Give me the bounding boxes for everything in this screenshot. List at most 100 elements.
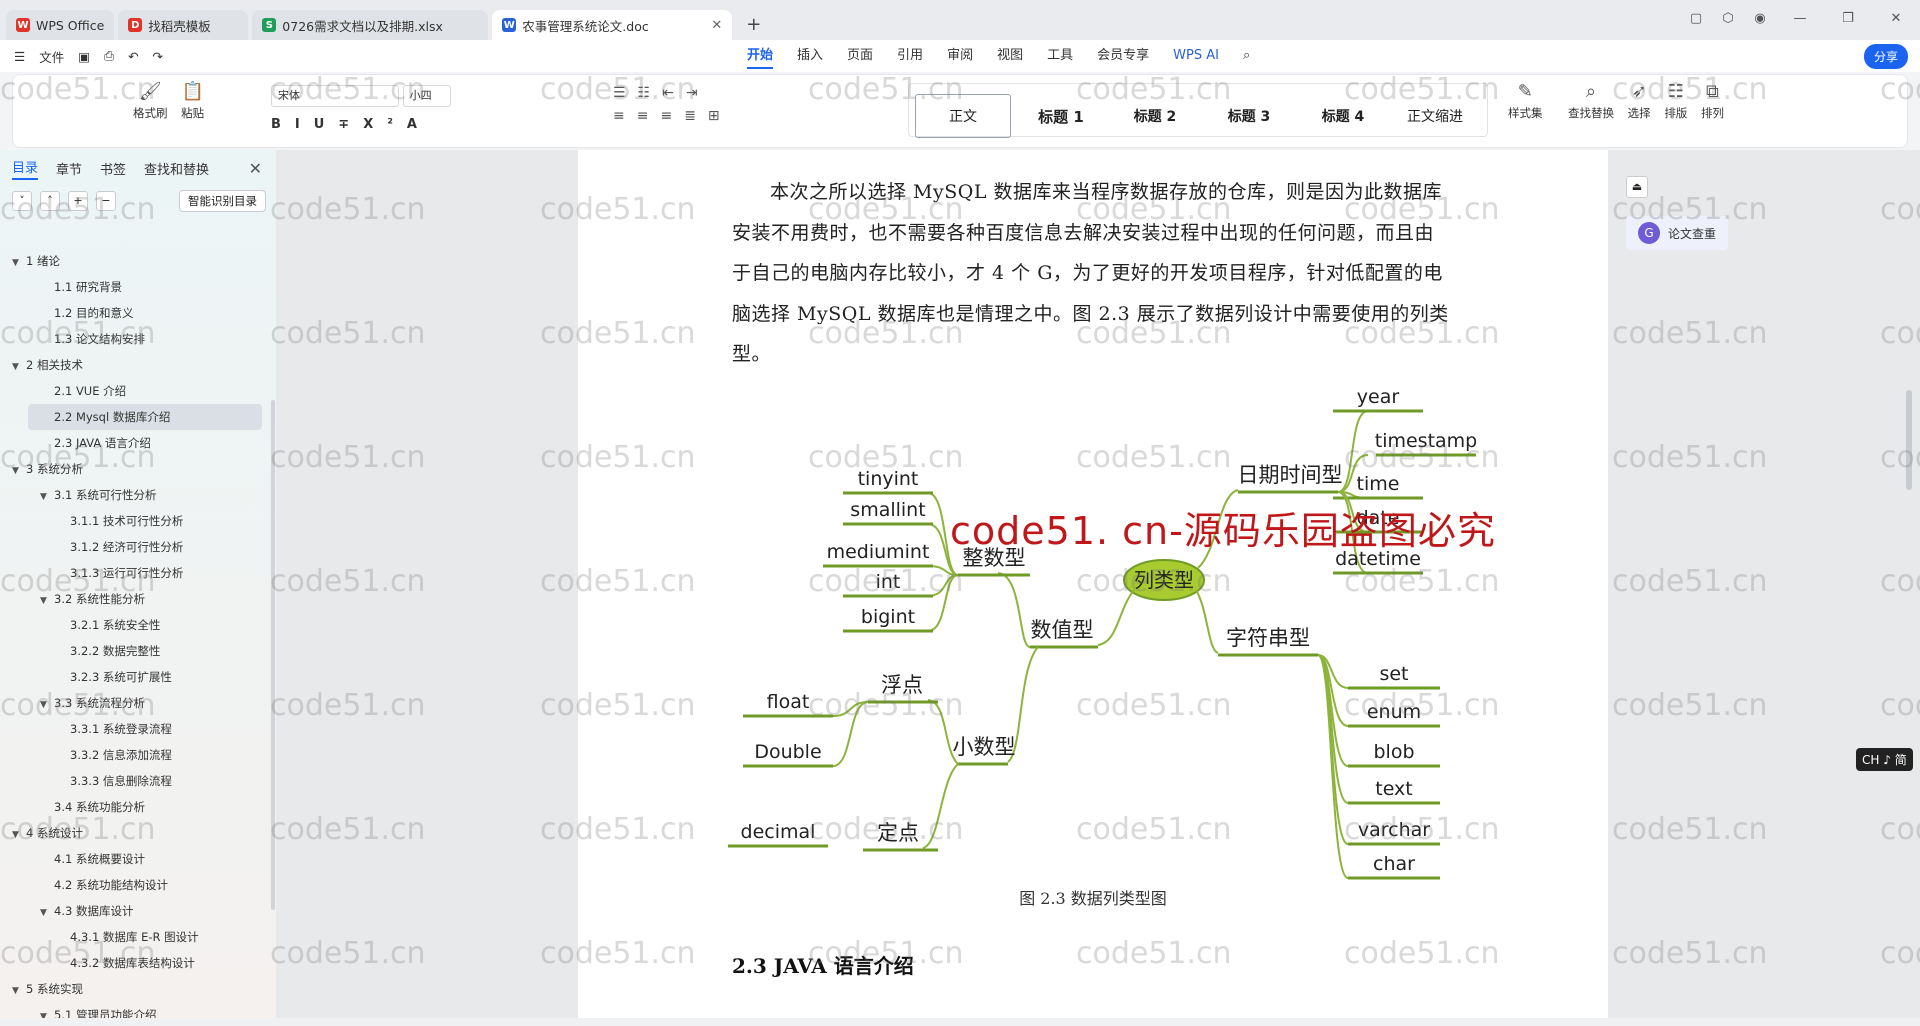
print-icon[interactable]: ⎙: [104, 48, 114, 64]
toc-scrollbar[interactable]: [271, 400, 275, 910]
tab-wps-office[interactable]: W WPS Office: [6, 10, 115, 40]
style-h4[interactable]: 标题 4: [1295, 94, 1391, 138]
search-icon[interactable]: ⌕: [1243, 40, 1250, 72]
expand-arrow-icon[interactable]: ▼: [40, 900, 54, 926]
tab-docer[interactable]: D 找稻壳模板: [118, 10, 249, 40]
toc-item[interactable]: 3.3.3 信息删除流程: [0, 768, 270, 794]
maximize-icon[interactable]: ❐: [1824, 4, 1872, 34]
tab-tools[interactable]: 工具: [1047, 40, 1073, 72]
avatar[interactable]: ◉: [1744, 4, 1776, 34]
style-set-button[interactable]: ✎ 样式集: [1508, 81, 1543, 121]
close-window-icon[interactable]: ✕: [1872, 4, 1920, 34]
collapse-icon[interactable]: ˅: [12, 191, 32, 211]
toc-item[interactable]: 3.4 系统功能分析: [0, 794, 270, 820]
document-page[interactable]: 本次之所以选择 MySQL 数据库来当程序数据存放的仓库，则是因为此数据库安装不…: [578, 150, 1608, 1020]
smart-toc-button[interactable]: 智能识别目录: [179, 190, 266, 212]
arrange-button[interactable]: ☷ 排版: [1664, 81, 1687, 121]
add-icon[interactable]: +: [68, 191, 88, 211]
toc-item[interactable]: 3.2.3 系统可扩展性: [0, 664, 270, 690]
wps-ai-button[interactable]: WPS AI: [1173, 40, 1219, 72]
toc-item[interactable]: 3.1.2 经济可行性分析: [0, 534, 270, 560]
toc-item[interactable]: 4.1 系统概要设计: [0, 846, 270, 872]
toc-item[interactable]: 2.2 Mysql 数据库介绍: [28, 404, 262, 430]
toc-item[interactable]: ▼ 4.3 数据库设计: [0, 898, 270, 924]
share-button[interactable]: 分享: [1863, 44, 1908, 69]
tab-view[interactable]: 视图: [997, 40, 1023, 72]
expand-arrow-icon[interactable]: ▼: [12, 458, 26, 484]
tab-member[interactable]: 会员专享: [1097, 40, 1149, 72]
paste-button[interactable]: 📋 粘贴: [181, 81, 204, 121]
size-select[interactable]: 小四: [402, 85, 451, 107]
toc-item[interactable]: 1.1 研究背景: [0, 274, 270, 300]
cube-icon[interactable]: ⬡: [1712, 4, 1744, 34]
tab-bookmark[interactable]: 书签: [100, 159, 126, 178]
expand-arrow-icon[interactable]: ▼: [12, 822, 26, 848]
toc-item[interactable]: 3.1.3 运行可行性分析: [0, 560, 270, 586]
section-heading[interactable]: 2.3 JAVA 语言介绍: [732, 950, 914, 979]
toc-item[interactable]: ▼ 3.3 系统流程分析: [0, 690, 270, 716]
save-icon[interactable]: ▣: [78, 49, 90, 64]
expand-arrow-icon[interactable]: ▼: [12, 354, 26, 380]
font-select[interactable]: 宋体: [271, 85, 399, 107]
doc-scrollbar[interactable]: [1906, 390, 1912, 490]
find-replace-button[interactable]: ⌕ 查找替换: [1568, 81, 1614, 121]
toc-item[interactable]: 3.2.2 数据完整性: [0, 638, 270, 664]
toc-item[interactable]: 4.3.2 数据库表结构设计: [0, 950, 270, 976]
tab-insert[interactable]: 插入: [797, 40, 823, 72]
tab-reference[interactable]: 引用: [897, 40, 923, 72]
plagiarism-check-button[interactable]: G 论文查重: [1626, 216, 1729, 250]
style-indent[interactable]: 正文缩进: [1387, 94, 1483, 138]
style-h3[interactable]: 标题 3: [1201, 94, 1297, 138]
font-format-icons[interactable]: BIU∓X²A: [271, 117, 451, 132]
toc-item[interactable]: ▼ 2 相关技术: [0, 352, 270, 378]
toc-item[interactable]: ▼ 4 系统设计: [0, 820, 270, 846]
expand-arrow-icon[interactable]: ▼: [40, 692, 54, 718]
paragraph-group[interactable]: ☰☷⇤⇥ ≡≡≡≣⊞: [613, 85, 732, 131]
remove-icon[interactable]: −: [96, 191, 116, 211]
menu-icon[interactable]: ☰: [14, 49, 25, 64]
collapse-panel-icon[interactable]: ⏏: [1626, 176, 1648, 198]
expand-arrow-icon[interactable]: ▼: [12, 978, 26, 1004]
tab-find-replace[interactable]: 查找和替换: [144, 159, 209, 178]
toc-item[interactable]: 3.3.2 信息添加流程: [0, 742, 270, 768]
undo-icon[interactable]: ↶: [128, 49, 138, 64]
close-icon[interactable]: ✕: [249, 159, 262, 178]
toc-item[interactable]: ▼ 3 系统分析: [0, 456, 270, 482]
toc-item[interactable]: ▼ 3.1 系统可行性分析: [0, 482, 270, 508]
expand-icon[interactable]: ˄: [40, 191, 60, 211]
toc-item[interactable]: 1.2 目的和意义: [0, 300, 270, 326]
toc-item[interactable]: 3.2.1 系统安全性: [0, 612, 270, 638]
redo-icon[interactable]: ↷: [153, 49, 163, 64]
toc-item[interactable]: 3.3.1 系统登录流程: [0, 716, 270, 742]
order-button[interactable]: ⧉ 排列: [1701, 81, 1724, 121]
expand-arrow-icon[interactable]: ▼: [40, 588, 54, 614]
tab-toc[interactable]: 目录: [12, 157, 39, 180]
close-icon[interactable]: ✕: [697, 18, 722, 33]
tab-doc-active[interactable]: W 农事管理系统论文.doc ✕: [492, 10, 733, 40]
style-h2[interactable]: 标题 2: [1107, 94, 1203, 138]
toc-item[interactable]: ▼ 5 系统实现: [0, 976, 270, 1002]
toc-item[interactable]: ▼ 3.2 系统性能分析: [0, 586, 270, 612]
tab-chapter[interactable]: 章节: [56, 159, 82, 178]
toc-item[interactable]: 3.1.1 技术可行性分析: [0, 508, 270, 534]
toc-item[interactable]: 2.3 JAVA 语言介绍: [0, 430, 270, 456]
toc-item[interactable]: 4.2 系统功能结构设计: [0, 872, 270, 898]
expand-arrow-icon[interactable]: ▼: [40, 484, 54, 510]
toc-item[interactable]: 1.3 论文结构安排: [0, 326, 270, 352]
minimize-icon[interactable]: —: [1776, 4, 1824, 34]
tab-home[interactable]: 开始: [747, 40, 774, 72]
format-painter-button[interactable]: 🖌 格式刷: [133, 81, 168, 121]
toc-item[interactable]: 2.1 VUE 介绍: [0, 378, 270, 404]
new-tab-icon[interactable]: +: [746, 10, 761, 40]
select-button[interactable]: ➶ 选择: [1628, 81, 1651, 121]
expand-arrow-icon[interactable]: ▼: [12, 250, 26, 276]
restore-icon[interactable]: ▢: [1680, 4, 1712, 34]
tab-review[interactable]: 审阅: [947, 40, 973, 72]
toc-item[interactable]: 4.3.1 数据库 E-R 图设计: [0, 924, 270, 950]
file-menu[interactable]: 文件: [39, 47, 64, 66]
ime-indicator[interactable]: CH ♪ 简: [1856, 748, 1913, 771]
style-normal[interactable]: 正文: [915, 94, 1011, 138]
tab-xlsx[interactable]: S 0726需求文档以及排期.xlsx: [252, 10, 489, 40]
tab-page[interactable]: 页面: [847, 40, 873, 72]
style-h1[interactable]: 标题 1: [1013, 94, 1109, 138]
